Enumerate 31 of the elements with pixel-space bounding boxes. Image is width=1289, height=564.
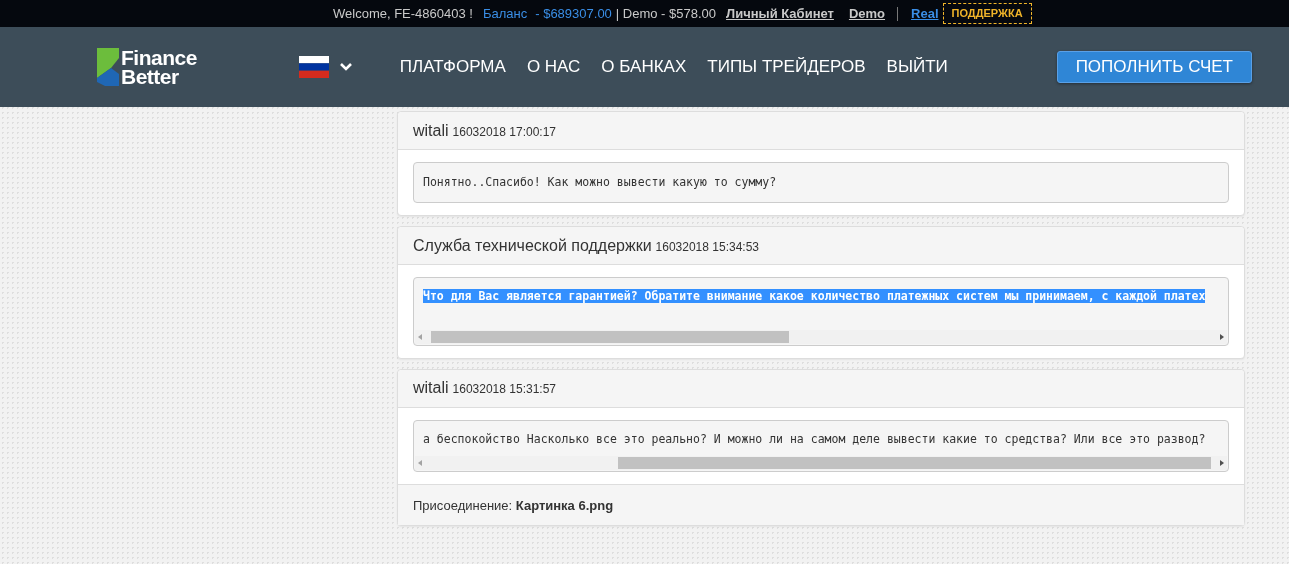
horizontal-scrollbar[interactable] bbox=[415, 455, 1227, 470]
mode-link[interactable]: Demo bbox=[848, 3, 886, 24]
nav-link[interactable]: ТИПЫ ТРЕЙДЕРОВ bbox=[707, 54, 866, 80]
nav-link[interactable]: О БАНКАХ bbox=[601, 54, 687, 80]
balance-label: Баланс bbox=[482, 4, 528, 23]
message-text: а беспокойство Насколько все это реально? И можно ли на самом деле вывести какие то средства? Или все это развод? bbox=[423, 431, 1206, 446]
demo-balance: | Demo - $578.00 bbox=[615, 4, 717, 23]
message-author: witali bbox=[413, 378, 449, 398]
nav-link[interactable]: ПЛАТФОРМА bbox=[399, 54, 506, 80]
message-author: witali bbox=[413, 120, 449, 141]
nav-link[interactable]: О НАС bbox=[526, 54, 581, 80]
logo-icon bbox=[97, 48, 119, 86]
horizontal-scrollbar[interactable] bbox=[415, 329, 1227, 344]
deposit-button[interactable]: ПОПОЛНИТЬ СЧЕТ bbox=[1056, 51, 1252, 83]
flag-icon[interactable] bbox=[298, 56, 329, 78]
logo-text: Finance bbox=[121, 48, 197, 67]
mode-link[interactable]: Real bbox=[911, 3, 939, 24]
cabinet-link[interactable]: Личный Кабинет bbox=[726, 3, 834, 24]
nav-link[interactable]: ВЫЙТИ bbox=[886, 54, 948, 80]
support-button[interactable]: ПОДДЕРЖКА bbox=[942, 3, 1032, 24]
message-author: Служба технической поддержки bbox=[413, 235, 652, 256]
message-time: 16032018 17:00:17 bbox=[452, 123, 556, 141]
balance-value: - $689307.00 bbox=[535, 4, 612, 23]
message-text: Понятно..Спасибо! Как можно вывести какую то сумму? bbox=[423, 175, 777, 189]
message-text: Что для Вас является гарантией? Обратите внимание какое количество платежных систем мы принимаем, с каждой платех bbox=[423, 289, 1206, 304]
chevron-down-icon[interactable] bbox=[338, 62, 353, 72]
attachment-text: Присоединение: Картинка 6.png bbox=[413, 497, 614, 513]
message-time: 16032018 15:34:53 bbox=[655, 238, 759, 256]
message-time: 16032018 15:31:57 bbox=[452, 381, 556, 398]
welcome-text: Welcome, FE-4860403 ! bbox=[333, 4, 473, 23]
logo-text: Better bbox=[121, 67, 180, 86]
